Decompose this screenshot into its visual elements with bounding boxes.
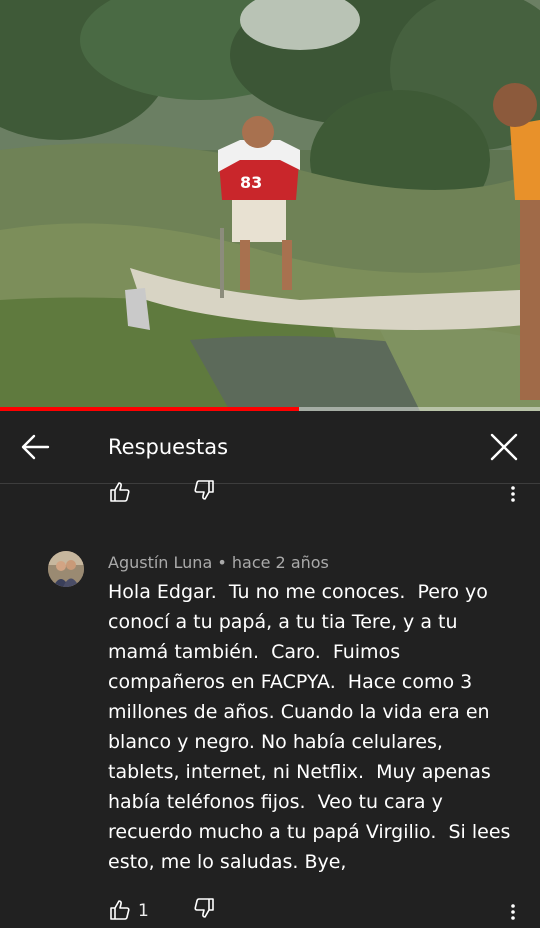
comment-author[interactable]: Agustín Luna — [108, 553, 212, 572]
arrow-left-icon — [21, 434, 50, 460]
more-vert-icon — [511, 486, 515, 502]
comment-meta: Agustín Luna • hace 2 años — [108, 553, 329, 572]
like-count: 1 — [138, 901, 149, 921]
more-options-button[interactable] — [503, 482, 523, 508]
thumbs-up-icon — [110, 900, 130, 920]
comment-time: hace 2 años — [231, 553, 329, 572]
avatar-image — [48, 551, 84, 587]
comment-body: Hola Edgar. Tu no me conoces. Pero yo co… — [108, 581, 517, 873]
like-button[interactable] — [108, 480, 134, 506]
close-button[interactable] — [486, 431, 522, 465]
comment-dislike-button[interactable] — [192, 896, 218, 922]
video-frame: 83 — [0, 0, 540, 411]
avatar[interactable] — [48, 551, 84, 587]
comment-actions: 1 — [0, 896, 540, 926]
jersey-number: 83 — [240, 173, 262, 192]
thumbs-down-icon — [194, 480, 214, 500]
previous-reply-actions — [0, 478, 540, 508]
comment-more-options-button[interactable] — [503, 900, 523, 926]
more-vert-icon — [511, 904, 515, 920]
comment-like-button[interactable] — [108, 898, 134, 924]
meta-separator: • — [217, 553, 227, 572]
close-icon — [490, 433, 518, 461]
video-player[interactable]: 83 — [0, 0, 540, 411]
page-title: Respuestas — [108, 435, 229, 459]
thumbs-down-icon — [194, 898, 214, 918]
replies-header: Respuestas — [0, 411, 540, 484]
back-button[interactable] — [18, 431, 54, 463]
dislike-button[interactable] — [192, 478, 218, 504]
thumbs-up-icon — [110, 482, 130, 502]
